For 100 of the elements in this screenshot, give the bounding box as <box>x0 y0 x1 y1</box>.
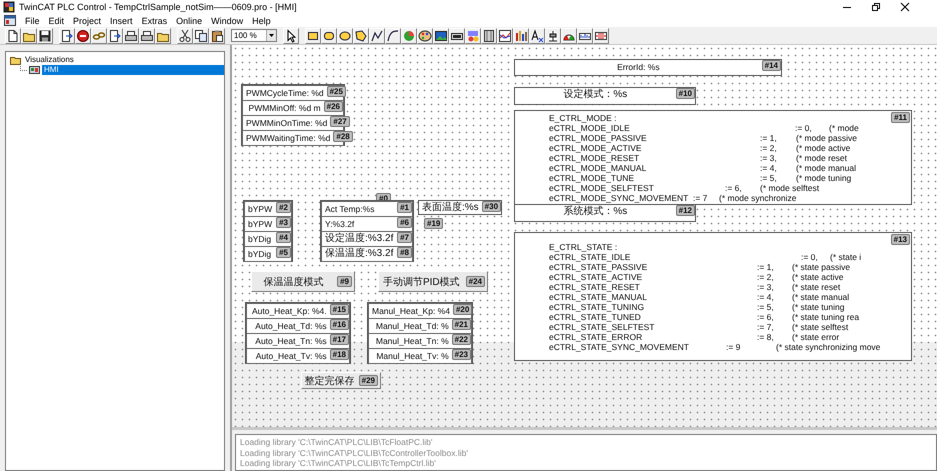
menu-item[interactable]: Insert <box>110 16 133 26</box>
number-tag: #11 <box>891 112 910 123</box>
page-arrow-icon[interactable] <box>60 28 74 42</box>
number-tag: #22 <box>452 334 471 344</box>
canvas-button[interactable]: 保温温度模式 #9 <box>251 271 355 292</box>
bar-chart-icon[interactable] <box>514 28 528 42</box>
display-text: 设定温度:%3.2f <box>324 232 394 244</box>
log-line: Loading library 'C:\TwinCAT\PLC\LIB\TcFloatPC.lib' <box>240 437 434 448</box>
display-text: Manul_Heat_Kp: %4 <box>371 304 451 316</box>
menu-item[interactable]: Help <box>252 16 271 26</box>
enum-comment: (* mode active <box>796 143 850 153</box>
number-tag: #26 <box>324 100 343 112</box>
enum-value: := 0, <box>795 123 813 133</box>
slider-icon[interactable] <box>546 28 560 42</box>
enum-value: := 2, <box>757 272 775 282</box>
number-tag: #13 <box>890 234 910 245</box>
restore-icon <box>870 2 880 12</box>
caret-icon <box>269 34 274 37</box>
enum-comment: (* state error <box>792 332 840 342</box>
enum-comment: (* state synchronizing move <box>776 342 880 352</box>
folder-icon <box>10 56 21 64</box>
enum-name: eCTRL_STATE_MANUAL <box>549 292 648 302</box>
menu-item[interactable]: Extras <box>142 16 168 26</box>
close-icon <box>900 2 910 12</box>
enum-value: := 1, <box>760 133 778 143</box>
number-tag: #19 <box>424 218 444 229</box>
copy-icon[interactable] <box>194 28 208 42</box>
enum-comment: (* state manual <box>792 292 850 302</box>
enum-name: eCTRL_MODE_SELFTEST <box>549 183 655 193</box>
enum-comment: (* mode tuning <box>796 173 852 183</box>
screen-icon <box>29 66 40 74</box>
palette-icon[interactable] <box>418 28 432 42</box>
dropdown-button[interactable] <box>266 30 276 41</box>
zoom-dropdown[interactable]: 100 % <box>231 29 277 42</box>
display-text: PWMMinOff: %d m <box>248 102 322 112</box>
image-icon[interactable] <box>434 28 448 42</box>
curve-icon[interactable] <box>386 28 400 42</box>
number-tag: #4 <box>276 232 291 242</box>
enum-name: eCTRL_STATE_SYNC_MOVEMENT <box>549 342 690 352</box>
text-tool-icon[interactable] <box>530 28 544 42</box>
panel-icon[interactable] <box>482 28 496 42</box>
number-tag: #27 <box>330 116 350 126</box>
ellipse-icon[interactable] <box>338 28 352 42</box>
display-text: Manul_Heat_Tn: % <box>374 334 450 346</box>
display-text: PWMCycleTime: %d <box>245 86 325 98</box>
display-text: bYDig <box>247 232 272 244</box>
enum-header: E_CTRL_MODE : <box>549 113 617 123</box>
menu-item[interactable]: Window <box>211 16 244 26</box>
app-icon <box>3 1 15 13</box>
menu-item[interactable]: Edit <box>48 16 64 26</box>
page-arrow-icon[interactable] <box>108 28 122 42</box>
display-text: Auto_Heat_Kp: %4. <box>250 304 328 316</box>
save-icon[interactable] <box>38 28 52 42</box>
enum-value: := 8, <box>757 332 775 342</box>
enum-name: eCTRL_STATE_ACTIVE <box>549 272 644 282</box>
enum-value: := 4, <box>760 163 778 173</box>
enum-value: := 3, <box>760 153 778 163</box>
number-tag: #3 <box>276 216 291 228</box>
stop-icon[interactable] <box>76 28 90 42</box>
tree-item[interactable]: HMI <box>42 65 224 75</box>
display-text: bYDig <box>247 248 272 258</box>
window-title: TwinCAT PLC Control - TempCtrlSample_notSim——0609.pro - [HMI] <box>19 2 298 12</box>
tree-item[interactable]: Visualizations <box>23 55 76 65</box>
enum-comment: (* mode reset <box>796 153 848 163</box>
printer-icon[interactable] <box>124 28 138 42</box>
number-tag: #2 <box>276 202 291 212</box>
number-tag: #16 <box>330 318 349 330</box>
enum-name: eCTRL_STATE_RESET <box>549 282 641 292</box>
polyline-icon[interactable] <box>370 28 384 42</box>
display-text: ErrorId: %s <box>616 61 661 72</box>
display-text: Manul_Heat_Td: % <box>374 320 450 330</box>
number-tag: #28 <box>333 130 353 142</box>
enum-name: eCTRL_STATE_IDLE <box>549 252 632 262</box>
number-tag: #25 <box>326 86 346 96</box>
enum-value: := 1, <box>757 262 775 272</box>
enum-value: := 9 <box>726 342 742 352</box>
pie-icon[interactable] <box>402 28 416 42</box>
number-tag: #29 <box>358 375 378 386</box>
canvas-button[interactable]: 整定完保存 #29 <box>301 372 381 389</box>
enum-name: eCTRL_STATE_SELFTEST <box>549 322 656 332</box>
display-text: Manul_Heat_Tv: % <box>375 350 450 360</box>
number-tag: #21 <box>452 318 471 330</box>
menu-item[interactable]: Online <box>176 16 202 26</box>
display-text: 表面温度:%s <box>421 201 480 213</box>
enum-name: eCTRL_MODE_MANUAL <box>549 163 648 173</box>
menu-item[interactable]: Project <box>73 16 102 26</box>
menu-item[interactable]: File <box>25 16 40 26</box>
display-text: Auto_Heat_Tv: %s <box>254 350 328 360</box>
enum-value: := 7 <box>693 193 708 203</box>
number-tag: #8 <box>397 246 412 258</box>
document-icon[interactable] <box>4 15 16 26</box>
document-icon[interactable] <box>6 28 20 42</box>
cut-icon[interactable] <box>178 28 192 42</box>
paste-icon[interactable] <box>210 28 224 42</box>
enum-comment: (* state active <box>792 272 844 282</box>
printer-icon[interactable] <box>140 28 154 42</box>
canvas-button[interactable]: 手动调节PID模式 #24 <box>378 271 488 292</box>
enum-name: eCTRL_MODE_IDLE <box>549 123 631 133</box>
trend-icon[interactable] <box>498 28 512 42</box>
shapes-icon[interactable] <box>466 28 480 42</box>
